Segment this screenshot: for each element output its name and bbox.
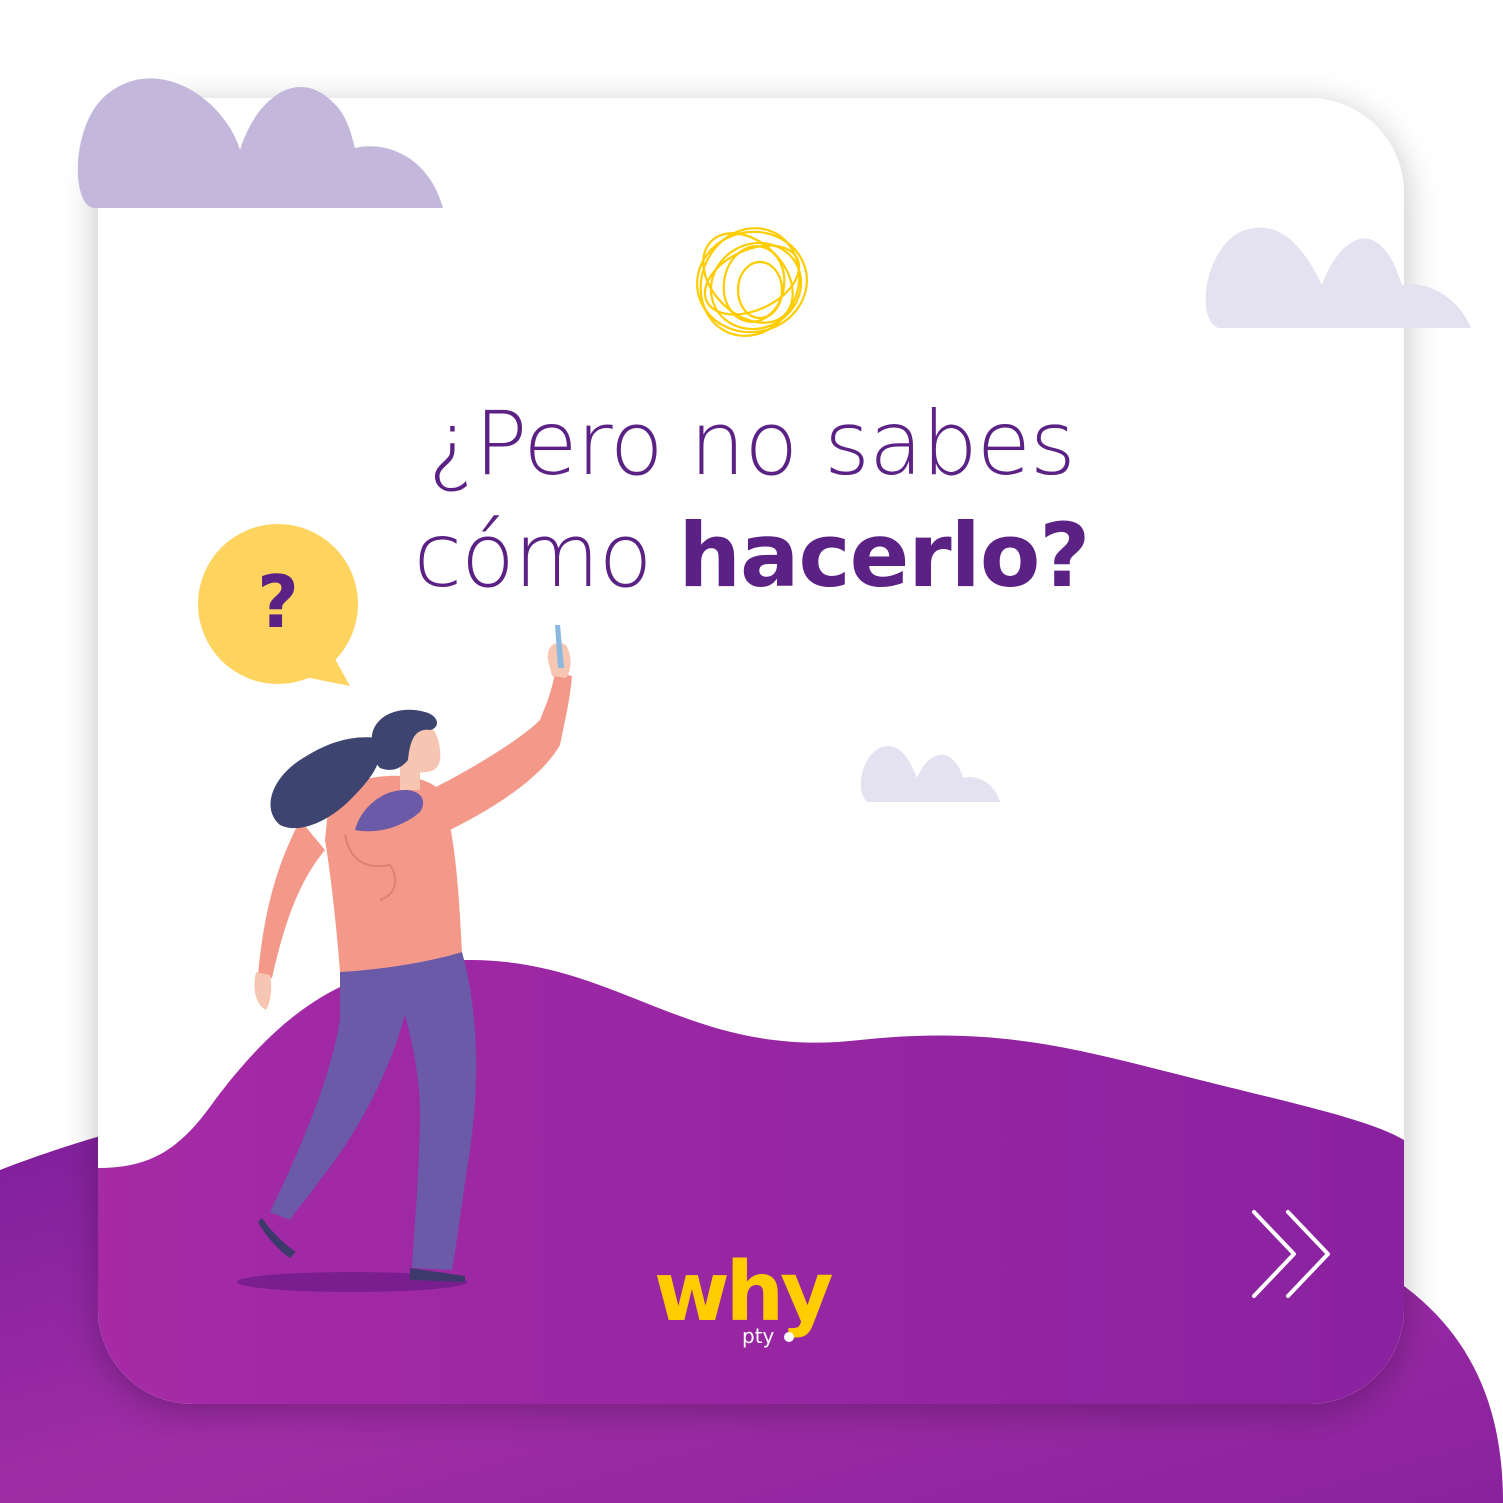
slide-canvas: ? ¿Pero no sabes cómo hacerlo? why pty: [0, 0, 1503, 1503]
headline: ¿Pero no sabes cómo hacerlo?: [0, 388, 1503, 612]
headline-line-1: ¿Pero no sabes: [428, 392, 1076, 495]
why-pty-logo: why pty: [654, 1248, 854, 1358]
headline-line-2-regular: cómo: [413, 504, 679, 607]
logo-dot-icon: [784, 1332, 794, 1342]
logo-sub-text: pty: [742, 1324, 775, 1348]
next-slide-button[interactable]: [1244, 1206, 1340, 1310]
headline-line-2-bold: hacerlo?: [678, 504, 1090, 607]
double-chevron-right-icon: [1252, 1210, 1330, 1298]
headline-line-2: cómo hacerlo?: [0, 500, 1503, 612]
